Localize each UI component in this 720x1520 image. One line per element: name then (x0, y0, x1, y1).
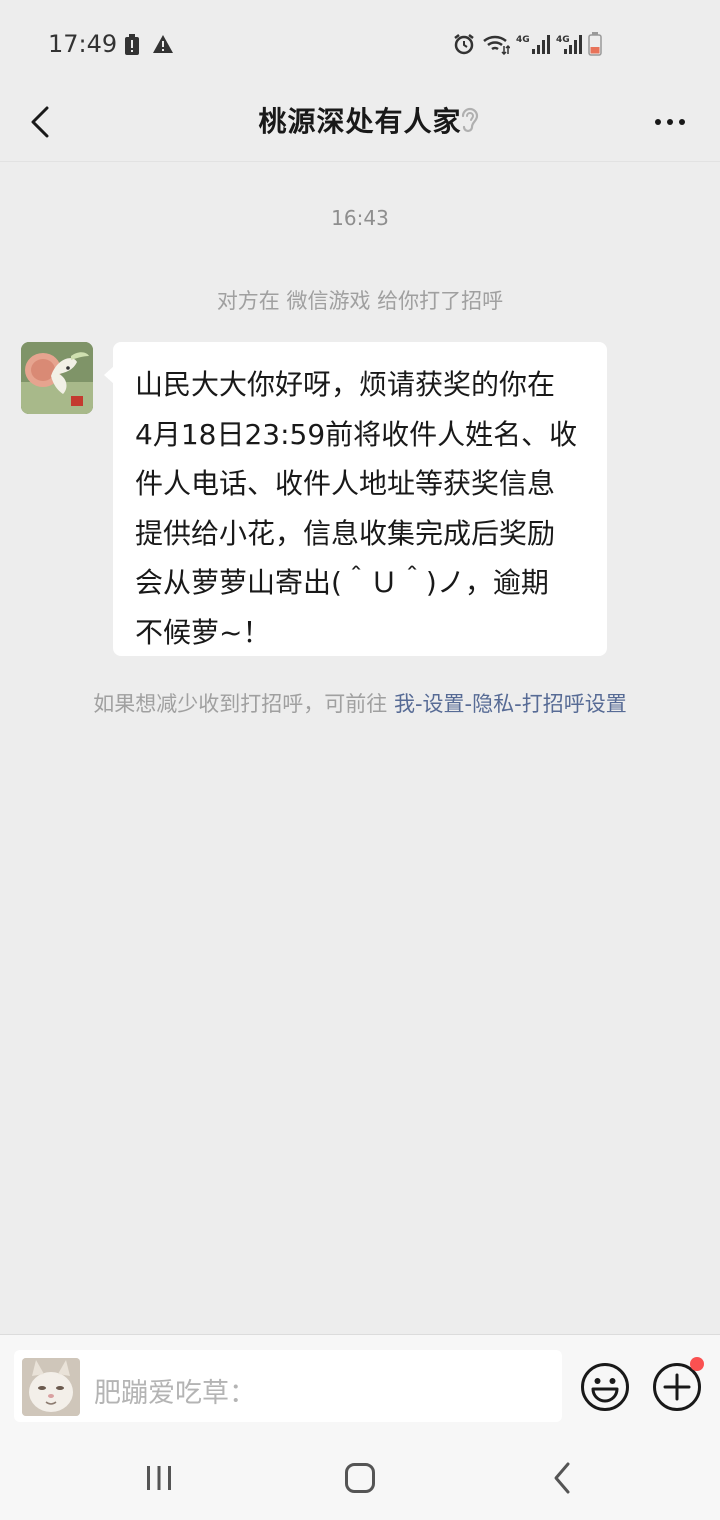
message-line: 不候萝~！ (135, 615, 271, 649)
more-icon-dot (655, 119, 661, 125)
message-timestamp: 16:43 (331, 206, 389, 230)
game-character-avatar (22, 1358, 80, 1416)
status-left-icons (124, 34, 174, 56)
privacy-settings-link[interactable]: 我-设置-隐私-打招呼设置 (394, 692, 627, 716)
contact-avatar[interactable] (21, 342, 93, 414)
chat-header: 桃源深处有人家 (0, 82, 720, 162)
status-right-icons: 4G 4G (452, 32, 602, 56)
back-icon[interactable] (550, 1456, 574, 1504)
status-time: 17:49 (48, 30, 118, 58)
input-bar: 肥蹦爱吃草： (0, 1334, 720, 1434)
message-line: 会从萝萝山寄出(＾Ｕ＾)ノ，逾期 (135, 566, 549, 599)
svg-text:4G: 4G (556, 35, 570, 45)
chat-title-wrap: 桃源深处有人家 (0, 100, 720, 140)
emoji-button[interactable] (580, 1362, 630, 1416)
privacy-tip-text: 如果想减少收到打招呼，可前往 (93, 692, 394, 716)
message-line: 件人电话、收件人地址等获奖信息 (135, 467, 556, 500)
ear-icon (458, 104, 480, 138)
status-bar: 17:49 4G 4G (0, 0, 720, 90)
emoji-icon (581, 1363, 629, 1411)
system-note: 对方在 微信游戏 给你打了招呼 (216, 289, 504, 313)
input-placeholder: 肥蹦爱吃草： (94, 1378, 256, 1409)
wifi-icon (482, 33, 510, 55)
message-bubble[interactable]: 山民大大你好呀，烦请获奖的你在 4月18日23:59前将收件人姓名、收 件人电话… (104, 342, 607, 656)
signal-4g-icon: 4G (516, 33, 550, 55)
message-line: 山民大大你好呀，烦请获奖的你在 (135, 368, 556, 401)
avatar-illustration (21, 342, 93, 414)
warning-icon (152, 34, 174, 56)
home-icon[interactable] (344, 1456, 376, 1504)
battery-icon (588, 32, 602, 56)
notification-dot (690, 1357, 704, 1371)
alarm-icon (452, 32, 476, 56)
more-icon-dot (679, 119, 685, 125)
more-icon-dot (667, 119, 673, 125)
battery-alert-icon (124, 34, 140, 56)
message-line: 提供给小花，信息收集完成后奖励 (135, 516, 556, 550)
more-button[interactable] (646, 100, 694, 144)
system-navigation-bar (0, 1434, 720, 1520)
message-input[interactable]: 肥蹦爱吃草： (14, 1350, 562, 1422)
svg-text:4G: 4G (516, 35, 530, 45)
recent-apps-icon[interactable] (144, 1456, 174, 1504)
message-line: 4月18日23:59前将收件人姓名、收 (135, 417, 578, 451)
signal-4g-icon: 4G (556, 33, 582, 55)
privacy-tip: 如果想减少收到打招呼，可前往 我-设置-隐私-打招呼设置 (0, 688, 720, 718)
cat-photo (22, 1358, 80, 1416)
chat-title: 桃源深处有人家 (258, 105, 462, 138)
